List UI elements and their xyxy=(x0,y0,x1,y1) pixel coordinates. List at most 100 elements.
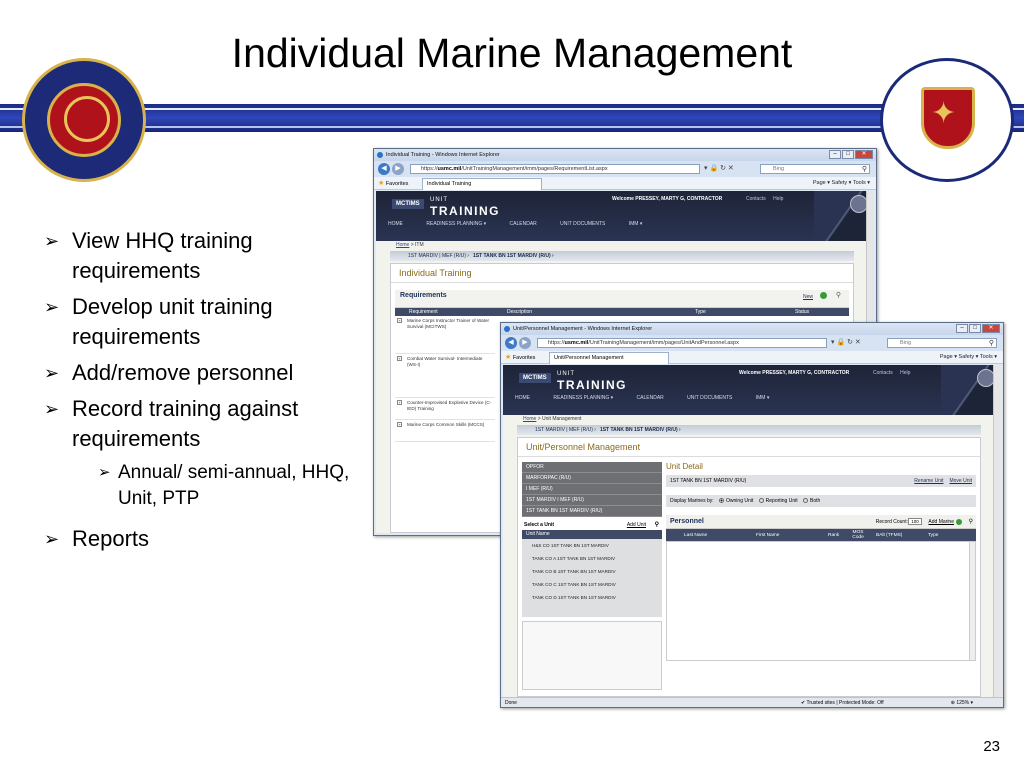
move-unit-link[interactable]: Move Unit xyxy=(949,478,972,484)
menu-calendar[interactable]: CALENDAR xyxy=(510,221,537,227)
unit-hierarchy-item[interactable]: 1ST MARDIV I MEF (R/U) xyxy=(522,495,662,506)
address-bar: ◀ ▶ https://usmc.mil/UnitTrainingManagem… xyxy=(501,335,1003,351)
column-requirement[interactable]: Requirement xyxy=(409,308,438,316)
unit-name-column[interactable]: Unit Name xyxy=(522,530,662,539)
new-requirement-link[interactable]: New xyxy=(803,294,813,300)
expand-icon[interactable]: + xyxy=(397,318,402,323)
unit-personnel-management-window[interactable]: Unit/Personnel Management - Windows Inte… xyxy=(500,322,1004,708)
url-input[interactable]: https://usmc.mil/UnitTrainingManagement/… xyxy=(410,164,700,174)
column-rank[interactable]: Rank xyxy=(828,533,839,538)
column-status[interactable]: Status xyxy=(795,308,809,316)
header-links[interactable]: Contacts Help xyxy=(746,196,783,202)
search-icon[interactable]: ⚲ xyxy=(989,339,994,348)
maximize-button[interactable]: □ xyxy=(969,324,981,333)
search-input[interactable]: Bing ⚲ xyxy=(887,338,997,348)
unit-current[interactable]: 1ST TANK BN 1ST MARDIV (R/U) › xyxy=(600,427,681,433)
list-item[interactable]: TANK CO B 1ST TANK BN 1ST MARDIV xyxy=(522,565,662,578)
url-input[interactable]: https://usmc.mil/UnitTrainingManagement/… xyxy=(537,338,827,348)
page-scrollbar[interactable] xyxy=(993,365,1001,697)
search-icon[interactable]: ⚲ xyxy=(836,291,841,299)
search-input[interactable]: Bing ⚲ xyxy=(760,164,870,174)
breadcrumb-home[interactable]: Home xyxy=(523,416,536,422)
menu-calendar[interactable]: CALENDAR xyxy=(637,395,664,401)
zoom-level[interactable]: ⊕ 125% ▾ xyxy=(951,698,973,707)
mctims-logo[interactable]: MCTIMS xyxy=(392,199,424,209)
command-bar[interactable]: Page ▾ Safety ▾ Tools ▾ xyxy=(940,351,997,364)
unit-hierarchy-item[interactable]: MARFORPAC (R/U) xyxy=(522,473,662,484)
refresh-icon[interactable] xyxy=(820,292,827,299)
rename-unit-link[interactable]: Rename Unit xyxy=(914,478,943,484)
search-icon[interactable]: ⚲ xyxy=(655,520,659,530)
expand-icon[interactable]: + xyxy=(397,400,402,405)
list-item[interactable]: + Marine Corps Common Skills (MCCS) xyxy=(395,420,495,442)
unit-detail-panel: Unit Detail 1ST TANK BN 1ST MARDIV (R/U)… xyxy=(666,462,976,661)
browser-tab[interactable]: Unit/Personnel Management xyxy=(549,352,669,364)
table-scrollbar[interactable] xyxy=(969,542,975,660)
menu-readiness-planning[interactable]: READINESS PLANNING ▾ xyxy=(426,221,486,227)
add-marine-link[interactable]: Add Marine xyxy=(928,515,954,529)
search-icon[interactable]: ⚲ xyxy=(862,165,867,174)
forward-button[interactable]: ▶ xyxy=(519,337,531,349)
column-type[interactable]: Type xyxy=(695,308,706,316)
search-icon[interactable]: ⚲ xyxy=(969,515,973,529)
list-item[interactable]: + Marine Corps Instructor Trainer of Wate… xyxy=(395,316,495,354)
menu-imm[interactable]: IMM ▾ xyxy=(756,395,770,401)
close-button[interactable]: ✕ xyxy=(982,324,1000,333)
list-item[interactable]: TANK CO C 1ST TANK BN 1ST MARDIV xyxy=(522,578,662,591)
both-radio[interactable] xyxy=(803,498,809,504)
menu-unit-documents[interactable]: UNIT DOCUMENTS xyxy=(560,221,605,227)
forward-button[interactable]: ▶ xyxy=(392,163,404,175)
sub-unit-list: H&S CO 1ST TANK BN 1ST MARDIV TANK CO A … xyxy=(522,539,662,617)
owning-unit-radio[interactable] xyxy=(719,498,725,504)
window-titlebar[interactable]: Unit/Personnel Management - Windows Inte… xyxy=(501,323,1003,335)
menu-home[interactable]: HOME xyxy=(388,221,403,227)
reporting-unit-radio[interactable] xyxy=(758,498,764,504)
unit-current[interactable]: 1ST TANK BN 1ST MARDIV (R/U) › xyxy=(473,253,554,259)
refresh-icon[interactable] xyxy=(956,519,962,525)
minimize-button[interactable]: – xyxy=(829,150,841,159)
browser-tab[interactable]: Individual Training xyxy=(422,178,542,190)
mctims-logo[interactable]: MCTIMS xyxy=(519,373,551,383)
add-unit-link[interactable]: Add Unit xyxy=(627,520,646,530)
command-bar[interactable]: Page ▾ Safety ▾ Tools ▾ xyxy=(813,177,870,190)
menu-unit-documents[interactable]: UNIT DOCUMENTS xyxy=(687,395,732,401)
list-item[interactable]: TANK CO D 1ST TANK BN 1ST MARDIV xyxy=(522,591,662,604)
unit-hierarchy-item[interactable]: I MEF (R/U) xyxy=(522,484,662,495)
list-item[interactable]: TANK CO A 1ST TANK BN 1ST MARDIV xyxy=(522,552,662,565)
window-titlebar[interactable]: Individual Training - Windows Internet E… xyxy=(374,149,876,161)
minimize-button[interactable]: – xyxy=(956,324,968,333)
list-item[interactable]: H&S CO 1ST TANK BN 1ST MARDIV xyxy=(522,539,662,552)
breadcrumb-home[interactable]: Home xyxy=(396,242,409,248)
favorites-button[interactable]: ★ Favorites xyxy=(505,351,535,365)
unit-path[interactable]: 1ST MARDIV | MEF (R/U) › xyxy=(535,427,596,433)
column-balt[interactable]: BAlt (TFMS) xyxy=(876,533,902,538)
security-zone[interactable]: ✔ Trusted sites | Protected Mode: Off xyxy=(801,698,884,707)
unit-hierarchy-item[interactable]: 1ST TANK BN 1ST MARDIV (R/U) xyxy=(522,506,662,517)
back-button[interactable]: ◀ xyxy=(505,337,517,349)
maximize-button[interactable]: □ xyxy=(842,150,854,159)
list-item[interactable]: + Combat Water Survival- Intermediate (WS… xyxy=(395,354,495,398)
column-last-name[interactable]: Last Name xyxy=(684,533,707,538)
unit-hierarchy-item[interactable]: OPFOR xyxy=(522,462,662,473)
address-bar-icons[interactable]: ▾ 🔒 ↻ ✕ xyxy=(704,164,734,172)
column-description[interactable]: Description xyxy=(507,308,532,316)
unit-path[interactable]: 1ST MARDIV | MEF (R/U) › xyxy=(408,253,469,259)
left-panel-empty-area xyxy=(522,621,662,690)
column-type[interactable]: Type xyxy=(928,533,938,538)
column-first-name[interactable]: First Name xyxy=(756,533,779,538)
back-button[interactable]: ◀ xyxy=(378,163,390,175)
menu-imm[interactable]: IMM ▾ xyxy=(629,221,643,227)
close-button[interactable]: ✕ xyxy=(855,150,873,159)
page-title: Unit/Personnel Management xyxy=(518,438,980,457)
header-links[interactable]: Contacts Help xyxy=(873,370,910,376)
menu-home[interactable]: HOME xyxy=(515,395,530,401)
list-item[interactable]: + Counter-Improvised Explosive Device (C-… xyxy=(395,398,495,420)
address-bar-icons[interactable]: ▾ 🔒 ↻ ✕ xyxy=(831,338,861,346)
expand-icon[interactable]: + xyxy=(397,422,402,427)
menu-readiness-planning[interactable]: READINESS PLANNING ▾ xyxy=(553,395,613,401)
column-mos-code[interactable]: MOS Code xyxy=(848,530,868,540)
expand-icon[interactable]: + xyxy=(397,356,402,361)
record-count-input[interactable]: 100 xyxy=(908,518,922,526)
favorites-button[interactable]: ★ Favorites xyxy=(378,177,408,191)
bullet-item: ➢ Add/remove personnel xyxy=(44,358,354,388)
